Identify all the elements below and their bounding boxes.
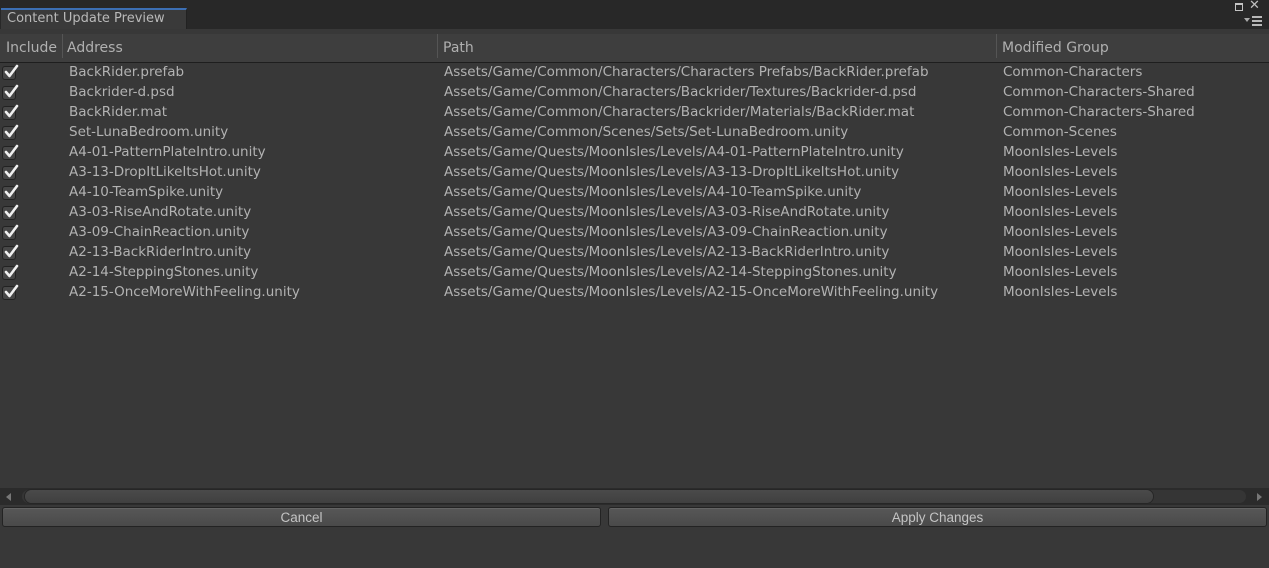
window-titlebar: Content Update Preview ✕ — [0, 0, 1269, 29]
column-header-modified-group[interactable]: Modified Group — [1002, 40, 1109, 56]
table-header: Include Address Path Modified Group — [0, 34, 1269, 63]
modified-group-cell: Common-Scenes — [1003, 124, 1117, 140]
include-checkbox[interactable] — [2, 184, 19, 200]
include-checkbox[interactable] — [2, 64, 19, 80]
address-cell: A2-15-OnceMoreWithFeeling.unity — [69, 284, 300, 300]
column-resize-handle[interactable] — [437, 34, 438, 58]
modified-group-cell: MoonIsles-Levels — [1003, 204, 1118, 220]
scrollbar-thumb[interactable] — [25, 490, 1153, 503]
modified-group-cell: Common-Characters-Shared — [1003, 104, 1195, 120]
address-cell: BackRider.prefab — [69, 64, 185, 80]
include-checkbox[interactable] — [2, 264, 19, 280]
table-row[interactable]: A4-10-TeamSpike.unity Assets/Game/Quests/… — [0, 183, 1269, 203]
path-cell: Assets/Game/Quests/MoonIsles/Levels/A3-1… — [444, 164, 900, 180]
path-cell: Assets/Game/Quests/MoonIsles/Levels/A4-0… — [444, 144, 904, 160]
address-cell: A4-10-TeamSpike.unity — [69, 184, 224, 200]
table-row[interactable]: A2-13-BackRiderIntro.unity Assets/Game/Qu… — [0, 243, 1269, 263]
include-checkbox[interactable] — [2, 224, 19, 240]
address-cell: A2-14-SteppingStones.unity — [69, 264, 259, 280]
include-checkbox[interactable] — [2, 244, 19, 260]
close-icon[interactable]: ✕ — [1249, 0, 1260, 12]
tab-content-update-preview[interactable]: Content Update Preview — [1, 8, 187, 29]
modified-group-cell: MoonIsles-Levels — [1003, 184, 1118, 200]
dropdown-triangle-icon — [1244, 18, 1250, 22]
path-cell: Assets/Game/Quests/MoonIsles/Levels/A2-1… — [444, 244, 890, 260]
address-cell: A3-03-RiseAndRotate.unity — [69, 204, 252, 220]
path-cell: Assets/Game/Quests/MoonIsles/Levels/A2-1… — [444, 284, 939, 300]
scroll-right-arrow-icon[interactable] — [1257, 493, 1262, 501]
column-resize-handle[interactable] — [62, 34, 63, 58]
path-cell: Assets/Game/Quests/MoonIsles/Levels/A3-0… — [444, 204, 890, 220]
modified-group-cell: Common-Characters — [1003, 64, 1143, 80]
table-row[interactable]: A3-13-DropItLikeItsHot.unity Assets/Game/… — [0, 163, 1269, 183]
include-checkbox[interactable] — [2, 284, 19, 300]
table-row[interactable]: A3-03-RiseAndRotate.unity Assets/Game/Que… — [0, 203, 1269, 223]
path-cell: Assets/Game/Common/Characters/Backrider/… — [444, 84, 917, 100]
table-row[interactable]: BackRider.prefab Assets/Game/Common/Chara… — [0, 63, 1269, 83]
address-cell: A3-13-DropItLikeItsHot.unity — [69, 164, 261, 180]
path-cell: Assets/Game/Quests/MoonIsles/Levels/A4-1… — [444, 184, 862, 200]
include-checkbox[interactable] — [2, 124, 19, 140]
horizontal-scrollbar[interactable] — [0, 488, 1269, 505]
menu-bar-line — [1252, 24, 1262, 26]
table-row[interactable]: A4-01-PatternPlateIntro.unity Assets/Game… — [0, 143, 1269, 163]
path-cell: Assets/Game/Common/Characters/Backrider/… — [444, 104, 915, 120]
path-cell: Assets/Game/Common/Characters/Characters… — [444, 64, 929, 80]
column-header-include[interactable]: Include — [6, 40, 57, 56]
menu-bar-line — [1252, 20, 1262, 22]
path-cell: Assets/Game/Quests/MoonIsles/Levels/A2-1… — [444, 264, 897, 280]
include-checkbox[interactable] — [2, 144, 19, 160]
apply-changes-button[interactable]: Apply Changes — [608, 507, 1267, 527]
table-row[interactable]: A2-15-OnceMoreWithFeeling.unity Assets/Ga… — [0, 283, 1269, 303]
path-cell: Assets/Game/Common/Scenes/Sets/Set-LunaB… — [444, 124, 849, 140]
include-checkbox[interactable] — [2, 204, 19, 220]
include-checkbox[interactable] — [2, 104, 19, 120]
cancel-button[interactable]: Cancel — [2, 507, 601, 527]
path-cell: Assets/Game/Quests/MoonIsles/Levels/A3-0… — [444, 224, 888, 240]
address-cell: A4-01-PatternPlateIntro.unity — [69, 144, 266, 160]
scroll-left-arrow-icon[interactable] — [6, 493, 11, 501]
table-row[interactable]: A2-14-SteppingStones.unity Assets/Game/Qu… — [0, 263, 1269, 283]
column-resize-handle[interactable] — [996, 34, 997, 58]
address-cell: Backrider-d.psd — [69, 84, 175, 100]
column-header-path[interactable]: Path — [443, 40, 474, 56]
tab-title: Content Update Preview — [7, 11, 165, 26]
modified-group-cell: MoonIsles-Levels — [1003, 224, 1118, 240]
modified-group-cell: Common-Characters-Shared — [1003, 84, 1195, 100]
table-row[interactable]: Backrider-d.psd Assets/Game/Common/Charac… — [0, 83, 1269, 103]
modified-group-cell: MoonIsles-Levels — [1003, 264, 1118, 280]
column-header-address[interactable]: Address — [67, 40, 123, 56]
table-row[interactable]: Set-LunaBedroom.unity Assets/Game/Common/… — [0, 123, 1269, 143]
modified-group-cell: MoonIsles-Levels — [1003, 244, 1118, 260]
window-menu-icon[interactable] — [1244, 14, 1264, 26]
table-body: BackRider.prefab Assets/Game/Common/Chara… — [0, 63, 1269, 303]
modified-group-cell: MoonIsles-Levels — [1003, 144, 1118, 160]
modified-group-cell: MoonIsles-Levels — [1003, 284, 1118, 300]
include-checkbox[interactable] — [2, 84, 19, 100]
address-cell: Set-LunaBedroom.unity — [69, 124, 229, 140]
modified-group-cell: MoonIsles-Levels — [1003, 164, 1118, 180]
include-checkbox[interactable] — [2, 164, 19, 180]
maximize-icon[interactable] — [1235, 3, 1243, 11]
address-cell: BackRider.mat — [69, 104, 168, 120]
menu-bar-line — [1252, 16, 1262, 18]
address-cell: A3-09-ChainReaction.unity — [69, 224, 250, 240]
address-cell: A2-13-BackRiderIntro.unity — [69, 244, 252, 260]
table-row[interactable]: A3-09-ChainReaction.unity Assets/Game/Que… — [0, 223, 1269, 243]
table-row[interactable]: BackRider.mat Assets/Game/Common/Characte… — [0, 103, 1269, 123]
